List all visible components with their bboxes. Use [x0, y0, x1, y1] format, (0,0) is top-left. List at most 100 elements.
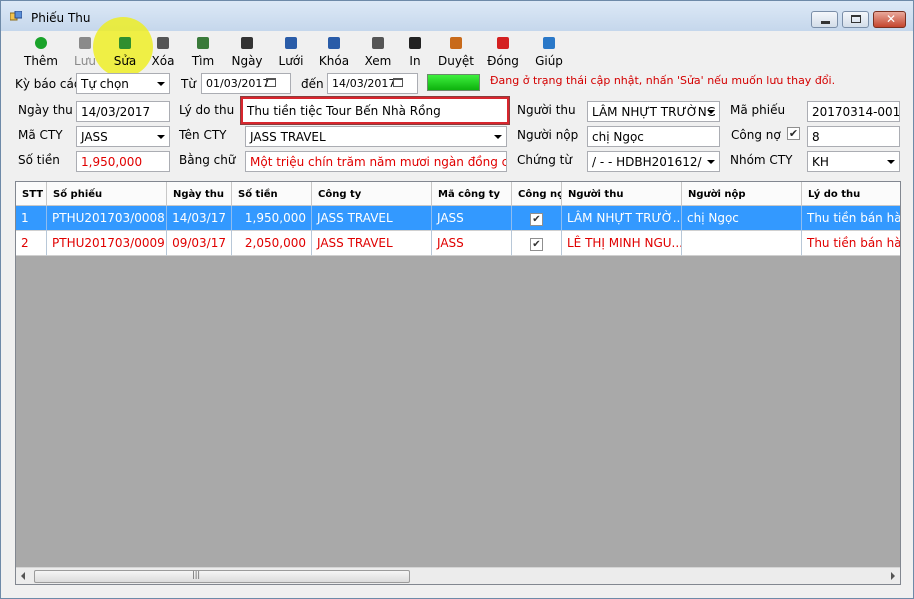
reason-input[interactable]: Thu tiền tiệc Tour Bến Nhà Rồng: [240, 96, 510, 125]
debt-days-field[interactable]: 8: [807, 126, 900, 147]
from-label: Từ: [181, 77, 196, 91]
toolbar-button-2[interactable]: Lưu: [65, 33, 105, 69]
toolbar-label: Duyệt: [437, 54, 475, 68]
table-cell-nguoi-nop: chị Ngọc: [682, 206, 802, 231]
toolbar-button-10[interactable]: In: [400, 33, 430, 69]
company-group-select[interactable]: KH: [807, 151, 900, 172]
company-name-select[interactable]: JASS TRAVEL: [245, 126, 507, 147]
table-cell-so-tien: 2,050,000: [232, 231, 312, 256]
collector-select[interactable]: LÂM NHỰT TRƯỜNG: [587, 101, 720, 122]
delete-icon: [155, 35, 171, 51]
table-cell-stt: 1: [16, 206, 47, 231]
receipts-grid[interactable]: ||| STT Số phiếu Ngày thu Số tiền Công ty Mã …: [15, 181, 901, 585]
document-label: Chứng từ: [517, 153, 572, 167]
company-group-label: Nhóm CTY: [730, 153, 793, 167]
table-cell-nguoi-thu: LÂM NHỰT TRƯỜ...: [562, 206, 682, 231]
column-header[interactable]: Người nộp: [682, 182, 802, 206]
receipt-date-field[interactable]: 14/03/2017: [76, 101, 170, 122]
from-date-picker[interactable]: 01/03/2017: [201, 73, 291, 94]
add-icon: [33, 35, 49, 51]
column-header[interactable]: Lý do thu: [802, 182, 900, 206]
power-icon: [495, 35, 511, 51]
column-header[interactable]: Công nợ: [512, 182, 562, 206]
to-label: đến: [301, 77, 324, 91]
debt-checkbox[interactable]: ✔: [530, 213, 543, 226]
debt-checkbox[interactable]: ✔: [787, 127, 800, 140]
toolbar-button-5[interactable]: Tìm: [182, 33, 224, 69]
toolbar-button-7[interactable]: Lưới: [271, 33, 311, 69]
amount-words-field[interactable]: Một triệu chín trăm năm mươi ngàn đồng c…: [245, 151, 507, 172]
amount-label: Số tiền: [18, 153, 60, 167]
receipt-date-value: 14/03/2017: [81, 105, 151, 119]
payer-field[interactable]: chị Ngọc: [587, 126, 720, 147]
document-value: / - - HDBH201612/: [592, 155, 702, 169]
toolbar-label: Sửa: [113, 54, 137, 68]
table-cell-ngay-thu: 09/03/17: [167, 231, 232, 256]
toolbar-button-11[interactable]: Duyệt: [435, 33, 477, 69]
to-date-value: 14/03/2017: [332, 77, 396, 90]
document-select[interactable]: / - - HDBH201612/: [587, 151, 720, 172]
toolbar-label: Đóng: [487, 54, 519, 68]
status-message: Đang ở trạng thái cập nhật, nhấn 'Sửa' n…: [490, 74, 836, 87]
toolbar-button-4[interactable]: Xóa: [144, 33, 182, 69]
horizontal-scrollbar[interactable]: |||: [16, 567, 900, 584]
toolbar-button-6[interactable]: Ngày: [225, 33, 269, 69]
table-cell-cong-no[interactable]: ✔: [512, 231, 562, 256]
reason-label: Lý do thu: [179, 103, 235, 117]
column-header[interactable]: Người thu: [562, 182, 682, 206]
toolbar-button-13[interactable]: Giúp: [528, 33, 570, 69]
chevron-down-icon: [887, 160, 895, 164]
toolbar-label: Xem: [364, 54, 392, 68]
column-header[interactable]: STT: [16, 182, 47, 206]
maximize-button[interactable]: [842, 11, 869, 28]
chevron-down-icon: [707, 160, 715, 164]
table-cell-so-tien: 1,950,000: [232, 206, 312, 231]
table-cell-ngay-thu: 14/03/17: [167, 206, 232, 231]
amount-field[interactable]: 1,950,000: [76, 151, 170, 172]
toolbar-button-8[interactable]: Khóa: [313, 33, 355, 69]
calendar-icon: [393, 78, 403, 87]
app-icon: [10, 11, 22, 21]
grip-icon: |||: [192, 570, 201, 579]
toolbar-label: Lưu: [74, 54, 96, 68]
toolbar-button-9[interactable]: Xem: [357, 33, 399, 69]
receipt-window: Phiếu Thu ✕ Thêm Lưu Sửa Xóa Tìm Ngày Lưới Khóa…: [0, 0, 914, 599]
column-header[interactable]: Số phiếu: [47, 182, 167, 206]
receipt-code-field[interactable]: 20170314-001: [807, 101, 900, 122]
receipt-code-value: 20170314-001: [812, 105, 900, 119]
table-cell-so-phieu: PTHU201703/0008: [47, 206, 167, 231]
toolbar-button-3[interactable]: Sửa: [105, 33, 145, 69]
column-header[interactable]: Công ty: [312, 182, 432, 206]
column-header[interactable]: Số tiền: [232, 182, 312, 206]
approve-icon: [448, 35, 464, 51]
company-code-select[interactable]: JASS: [76, 126, 170, 147]
payer-value: chị Ngọc: [592, 130, 644, 144]
debt-checkbox[interactable]: ✔: [530, 238, 543, 251]
toolbar-button-1[interactable]: Thêm: [19, 33, 63, 69]
table-cell-stt: 2: [16, 231, 47, 256]
amount-words-value: Một triệu chín trăm năm mươi ngàn đồng c…: [250, 155, 507, 169]
minimize-button[interactable]: [811, 11, 838, 28]
amount-words-label: Bằng chữ: [179, 153, 236, 167]
chevron-down-icon: [157, 135, 165, 139]
close-button[interactable]: ✕: [873, 11, 906, 28]
scroll-left-icon[interactable]: [21, 572, 25, 580]
collector-value: LÂM NHỰT TRƯỜNG: [592, 105, 716, 119]
to-date-picker[interactable]: 14/03/2017: [327, 73, 418, 94]
table-cell-cong-no[interactable]: ✔: [512, 206, 562, 231]
toolbar-label: Giúp: [535, 54, 563, 68]
calendar-icon: [266, 78, 276, 87]
toolbar-button-12[interactable]: Đóng: [481, 33, 525, 69]
column-header[interactable]: Mã công ty: [432, 182, 512, 206]
scroll-thumb[interactable]: [34, 570, 410, 583]
receipt-code-label: Mã phiếu: [730, 103, 786, 117]
edit-pencil-icon: [117, 35, 133, 51]
toolbar-label: Khóa: [318, 54, 350, 68]
table-cell-cong-ty: JASS TRAVEL: [312, 231, 432, 256]
scroll-right-icon[interactable]: [891, 572, 895, 580]
table-cell-ly-do-thu: Thu tiền bán hàng: [802, 231, 900, 256]
column-header[interactable]: Ngày thu: [167, 182, 232, 206]
table-cell-ly-do-thu: Thu tiền bán hàng: [802, 206, 900, 231]
period-select[interactable]: Tự chọn: [76, 73, 170, 94]
table-cell-so-phieu: PTHU201703/0009: [47, 231, 167, 256]
